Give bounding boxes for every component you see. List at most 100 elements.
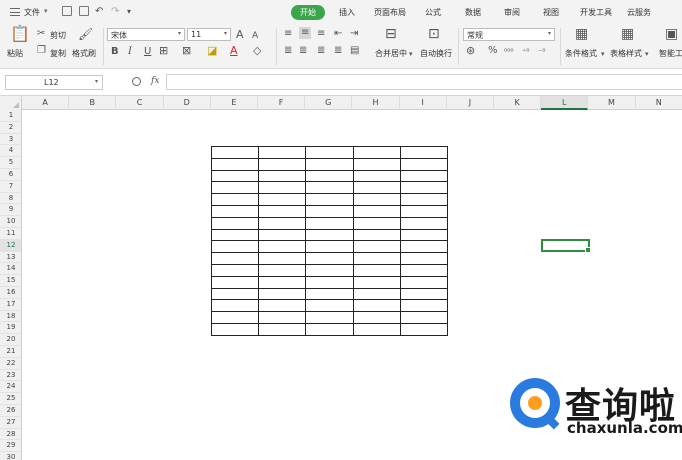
cut-icon[interactable]: ✂: [37, 28, 45, 40]
table-cell[interactable]: [305, 252, 354, 265]
row-label-22[interactable]: 22: [0, 358, 21, 370]
table-cell[interactable]: [210, 311, 260, 324]
tab-view[interactable]: 视图: [543, 7, 559, 18]
table-cell[interactable]: [210, 240, 260, 254]
column-label-n[interactable]: N: [636, 96, 682, 110]
table-cell[interactable]: [258, 240, 307, 254]
row-label-30[interactable]: 30: [0, 452, 21, 460]
table-cell[interactable]: [258, 263, 307, 277]
table-cell[interactable]: [399, 311, 448, 324]
tab-insert[interactable]: 插入: [339, 7, 355, 18]
print-icon[interactable]: [79, 6, 89, 16]
thousands-icon[interactable]: ⁰⁰⁰: [504, 46, 514, 58]
table-cell[interactable]: [210, 287, 260, 301]
table-cell[interactable]: [399, 169, 448, 183]
borders-icon[interactable]: ⊞: [159, 45, 168, 57]
table-cell[interactable]: [210, 193, 260, 206]
table-cell[interactable]: [258, 311, 307, 324]
table-cell[interactable]: [210, 299, 260, 313]
table-cell[interactable]: [399, 322, 448, 336]
save-icon[interactable]: [62, 6, 72, 16]
table-cell[interactable]: [210, 275, 260, 289]
table-cell[interactable]: [352, 181, 401, 195]
bordered-table[interactable]: [210, 146, 448, 336]
align-center-icon[interactable]: ≣: [299, 45, 307, 57]
table-cell[interactable]: [258, 204, 307, 218]
column-label-c[interactable]: C: [116, 96, 164, 110]
row-label-5[interactable]: 5: [0, 157, 21, 169]
column-label-j[interactable]: J: [447, 96, 494, 110]
table-cell[interactable]: [305, 228, 354, 242]
table-cell[interactable]: [399, 240, 448, 254]
merge-center-icon[interactable]: ⊟: [385, 27, 397, 41]
table-cell[interactable]: [399, 228, 448, 242]
table-cell[interactable]: [305, 157, 354, 171]
table-cell[interactable]: [352, 322, 401, 336]
font-size-select[interactable]: 11 ▾: [187, 28, 231, 41]
table-cell[interactable]: [258, 181, 307, 195]
table-cell[interactable]: [352, 146, 401, 159]
row-label-25[interactable]: 25: [0, 393, 21, 405]
column-label-a[interactable]: A: [22, 96, 70, 110]
italic-button[interactable]: I: [128, 46, 132, 58]
increase-decimal-icon[interactable]: ⁺⁰: [522, 46, 529, 58]
table-cell[interactable]: [258, 322, 307, 336]
percent-button[interactable]: %: [488, 45, 498, 57]
merge-center-button[interactable]: 合并居中: [375, 48, 407, 59]
redo-icon[interactable]: ↷: [111, 6, 119, 18]
justify-icon[interactable]: ≣: [334, 45, 342, 57]
table-cell[interactable]: [305, 299, 354, 313]
fill-color-icon[interactable]: ◪: [207, 45, 217, 57]
row-label-7[interactable]: 7: [0, 181, 21, 193]
table-style-caret-icon[interactable]: ▾: [645, 48, 649, 60]
smart-tool-button[interactable]: 智能工: [659, 48, 682, 59]
column-label-b[interactable]: B: [69, 96, 117, 110]
paste-button[interactable]: 粘贴: [7, 48, 23, 59]
formula-input[interactable]: [166, 74, 682, 90]
table-cell[interactable]: [210, 169, 260, 183]
tab-home[interactable]: 开始: [291, 5, 325, 20]
grow-font-icon[interactable]: A: [236, 29, 244, 41]
row-label-23[interactable]: 23: [0, 370, 21, 382]
column-label-e[interactable]: E: [211, 96, 258, 110]
table-cell[interactable]: [210, 322, 260, 336]
row-label-29[interactable]: 29: [0, 440, 21, 453]
align-middle-icon[interactable]: ≡: [299, 27, 312, 39]
table-cell[interactable]: [399, 263, 448, 277]
shrink-font-icon[interactable]: A: [252, 30, 258, 42]
wrap-text-button[interactable]: 自动换行: [420, 48, 452, 59]
column-label-k[interactable]: K: [494, 96, 542, 110]
table-cell[interactable]: [305, 146, 354, 159]
row-label-24[interactable]: 24: [0, 381, 21, 394]
table-cell[interactable]: [305, 263, 354, 277]
row-label-21[interactable]: 21: [0, 346, 21, 358]
column-label-f[interactable]: F: [258, 96, 306, 110]
table-cell[interactable]: [352, 157, 401, 171]
tab-page-layout[interactable]: 页面布局: [374, 7, 406, 18]
table-cell[interactable]: [352, 240, 401, 254]
row-label-16[interactable]: 16: [0, 287, 21, 299]
row-label-18[interactable]: 18: [0, 311, 21, 323]
table-cell[interactable]: [305, 169, 354, 183]
table-cell[interactable]: [399, 252, 448, 265]
file-caret-icon[interactable]: ▾: [44, 7, 48, 15]
column-label-m[interactable]: M: [588, 96, 636, 110]
wrap-text-icon[interactable]: ⊡: [428, 27, 440, 41]
table-cell[interactable]: [210, 252, 260, 265]
fx-button[interactable]: fx: [151, 76, 159, 86]
table-cell[interactable]: [305, 322, 354, 336]
column-label-l[interactable]: L: [541, 96, 589, 110]
table-cell[interactable]: [258, 157, 307, 171]
table-cell[interactable]: [258, 193, 307, 206]
table-cell[interactable]: [305, 216, 354, 230]
fill-style-icon[interactable]: ⊠: [182, 45, 191, 57]
conditional-format-caret-icon[interactable]: ▾: [601, 48, 605, 60]
table-cell[interactable]: [399, 275, 448, 289]
name-box[interactable]: L12 ▾: [5, 75, 103, 90]
table-cell[interactable]: [258, 287, 307, 301]
table-cell[interactable]: [210, 228, 260, 242]
table-cell[interactable]: [258, 275, 307, 289]
table-cell[interactable]: [399, 157, 448, 171]
table-style-button[interactable]: 表格样式: [610, 48, 642, 59]
table-cell[interactable]: [305, 275, 354, 289]
